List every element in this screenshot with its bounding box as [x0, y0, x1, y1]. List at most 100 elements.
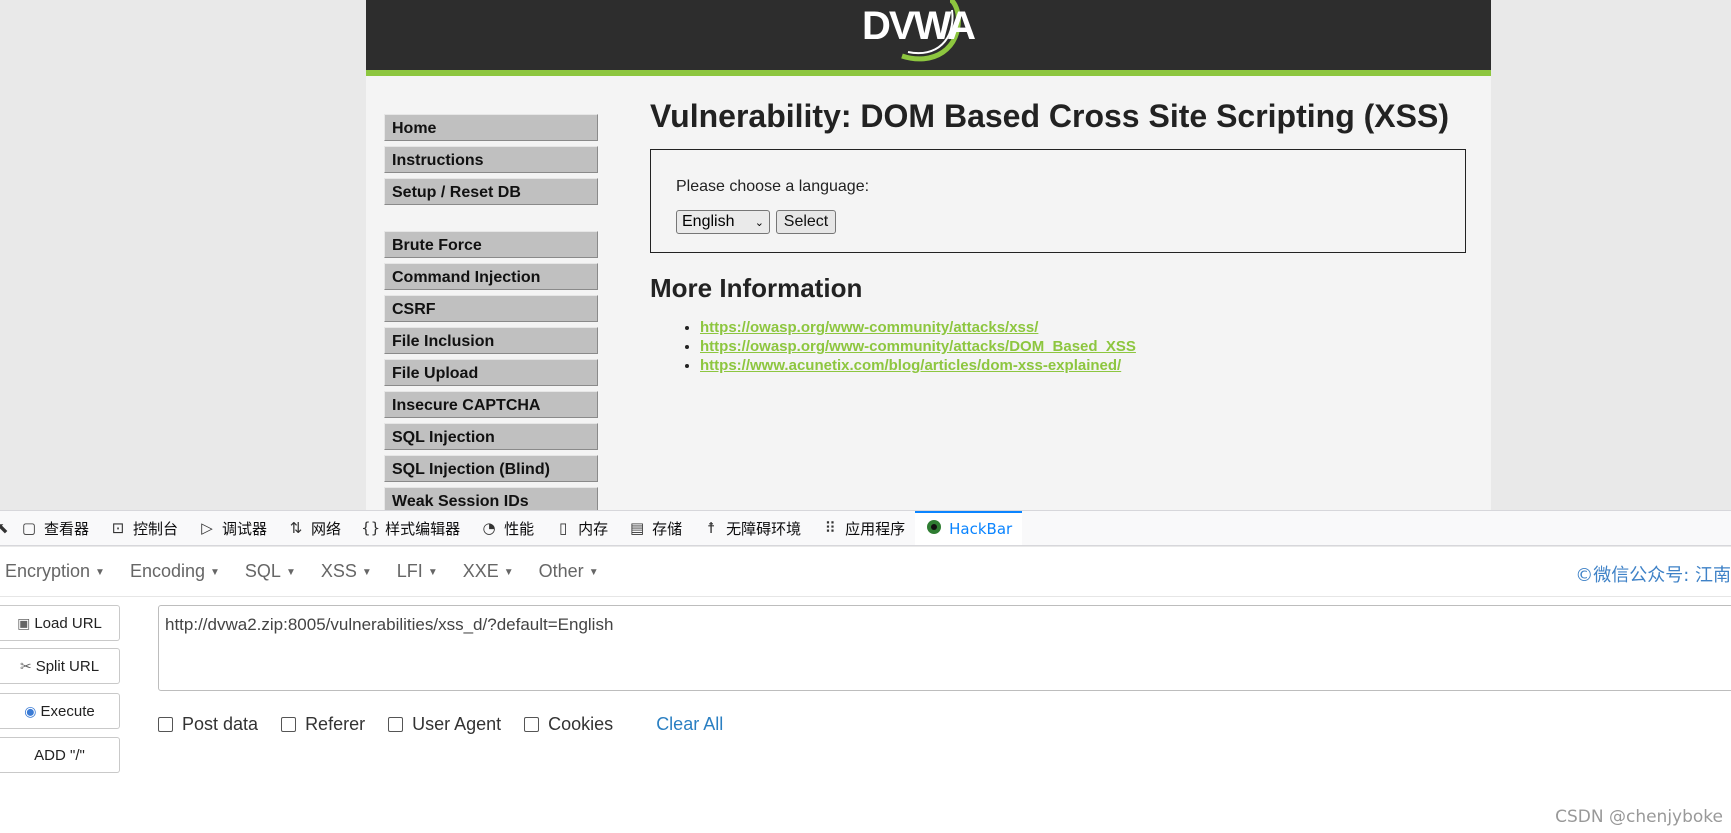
play-icon: ◉	[24, 702, 37, 719]
language-select[interactable]: English ⌄	[676, 210, 770, 234]
checkbox-label: Post data	[182, 714, 259, 734]
menu-item-file-inclusion[interactable]: File Inclusion	[384, 327, 598, 354]
execute-button[interactable]: ◉ Execute	[0, 693, 120, 729]
application-icon: ⠿	[824, 519, 836, 537]
tab-label: 应用程序	[845, 519, 906, 538]
accessibility-icon: ☨	[707, 519, 716, 537]
checkbox-box	[158, 717, 173, 732]
tab-console[interactable]: ⊡ 控制台	[99, 511, 188, 545]
tab-label: 调试器	[222, 519, 268, 538]
clear-all-link[interactable]: Clear All	[656, 714, 723, 735]
menu-item-sql-injection[interactable]: SQL Injection	[384, 423, 598, 450]
tab-label: 无障碍环境	[726, 519, 802, 538]
checkbox-box	[388, 717, 404, 732]
tab-inspector[interactable]: ▢ 查看器	[10, 511, 99, 545]
hackbar-panel: Encryption ▼ Encoding ▼ SQL ▼ XSS ▼ LFI ▼ XXE…	[0, 547, 1731, 833]
memory-icon: ▯	[558, 519, 568, 537]
menu-label: Encoding	[129, 561, 206, 581]
menu-encryption[interactable]: Encryption ▼	[5, 561, 105, 582]
tab-storage[interactable]: ▤ 存储	[618, 511, 692, 545]
post-data-checkbox[interactable]: Post data	[158, 714, 258, 735]
owasp-xss-link[interactable]: https://owasp.org/www-community/attacks/…	[700, 319, 1038, 336]
caret-down-icon: ▼	[285, 566, 296, 578]
dvwa-page: DVWA Home Instructions Setup / Reset DB …	[366, 0, 1491, 510]
menu-divider	[384, 210, 598, 231]
menu-item-brute-force[interactable]: Brute Force	[384, 231, 598, 258]
tab-label: 网络	[311, 519, 342, 538]
menu-xss[interactable]: XSS ▼	[321, 561, 372, 582]
menu-label: SQL	[244, 561, 281, 581]
tab-debugger[interactable]: ▷ 调试器	[188, 511, 277, 545]
debugger-icon: ▷	[201, 519, 213, 537]
list-item: https://owasp.org/www-community/attacks/…	[700, 318, 1470, 337]
logo-text: DVWA	[862, 4, 976, 48]
referer-checkbox[interactable]: Referer	[281, 714, 365, 735]
menu-label: Encryption	[5, 561, 91, 581]
devtools-tab-bar: ⬉ ▢ 查看器 ⊡ 控制台 ▷ 调试器 ⇅ 网络 {} 样式编辑器 ◔ 性能 ▯…	[0, 510, 1731, 546]
menu-item-file-upload[interactable]: File Upload	[384, 359, 598, 386]
hackbar-credit: ©微信公众号: 江南	[1575, 565, 1731, 586]
menu-item-weak-session-ids[interactable]: Weak Session IDs	[384, 487, 598, 510]
tab-performance[interactable]: ◔ 性能	[470, 511, 544, 545]
page-title: Vulnerability: DOM Based Cross Site Scri…	[650, 98, 1449, 134]
tab-memory[interactable]: ▯ 内存	[544, 511, 618, 545]
menu-item-home[interactable]: Home	[384, 114, 598, 141]
menu-encoding[interactable]: Encoding ▼	[130, 561, 220, 582]
load-url-button[interactable]: ▣ Load URL	[0, 605, 120, 641]
select-button[interactable]: Select	[776, 210, 836, 234]
tab-label: 查看器	[44, 519, 90, 538]
tab-network[interactable]: ⇅ 网络	[277, 511, 351, 545]
list-item: https://owasp.org/www-community/attacks/…	[700, 337, 1470, 356]
dvwa-logo[interactable]: DVWA	[862, 0, 976, 64]
menu-item-insecure-captcha[interactable]: Insecure CAPTCHA	[384, 391, 598, 418]
checkbox-box	[281, 717, 297, 732]
watermark: CSDN @chenjyboke	[1555, 807, 1723, 827]
menu-other[interactable]: Other ▼	[539, 561, 599, 582]
menu-item-sql-injection-blind[interactable]: SQL Injection (Blind)	[384, 455, 598, 482]
checkbox-label: Cookies	[548, 714, 614, 734]
user-agent-checkbox[interactable]: User Agent	[388, 714, 501, 735]
menu-sql[interactable]: SQL ▼	[245, 561, 296, 582]
add-slash-button[interactable]: ADD "/"	[0, 737, 120, 773]
url-input[interactable]: http://dvwa2.zip:8005/vulnerabilities/xs…	[158, 605, 1731, 691]
menu-label: XSS	[320, 561, 357, 581]
tab-label: 内存	[578, 519, 609, 538]
caret-down-icon: ▼	[503, 566, 514, 578]
inspector-icon: ▢	[21, 519, 37, 537]
checkbox-label: Referer	[305, 714, 366, 734]
vulnerable-code-area: Please choose a language: English ⌄ Sele…	[650, 149, 1466, 253]
hackbar-menu: Encryption ▼ Encoding ▼ SQL ▼ XSS ▼ LFI ▼ XXE…	[0, 547, 1731, 597]
tab-style-editor[interactable]: {} 样式编辑器	[351, 511, 470, 545]
tab-application[interactable]: ⠿ 应用程序	[811, 511, 915, 545]
tab-label: 样式编辑器	[385, 519, 461, 538]
menu-item-setup-reset-db[interactable]: Setup / Reset DB	[384, 178, 598, 205]
tab-label: 控制台	[133, 519, 179, 538]
menu-item-command-injection[interactable]: Command Injection	[384, 263, 598, 290]
split-url-button[interactable]: ✂ Split URL	[0, 648, 120, 684]
main-content: Vulnerability: DOM Based Cross Site Scri…	[650, 98, 1470, 375]
console-icon: ⊡	[111, 519, 125, 537]
more-info-list: https://owasp.org/www-community/attacks/…	[650, 318, 1470, 375]
tab-hackbar[interactable]: HackBar	[915, 511, 1023, 545]
menu-item-instructions[interactable]: Instructions	[384, 146, 598, 173]
owasp-dom-xss-link[interactable]: https://owasp.org/www-community/attacks/…	[700, 338, 1136, 355]
performance-icon: ◔	[482, 519, 496, 537]
language-form: English ⌄ Select	[676, 210, 1440, 234]
button-label: Execute	[40, 702, 95, 720]
list-item: https://www.acunetix.com/blog/articles/d…	[700, 356, 1470, 375]
more-info-title: More Information	[650, 273, 863, 303]
caret-down-icon: ▼	[210, 566, 220, 578]
checkbox-label: User Agent	[412, 714, 502, 734]
element-picker-icon[interactable]: ⬉	[0, 511, 10, 545]
cookies-checkbox[interactable]: Cookies	[524, 714, 613, 735]
storage-icon: ▤	[630, 519, 645, 537]
caret-down-icon: ▼	[361, 566, 372, 578]
style-editor-icon: {}	[361, 519, 381, 537]
menu-label: LFI	[396, 561, 423, 581]
menu-lfi[interactable]: LFI ▼	[397, 561, 438, 582]
acunetix-dom-xss-link[interactable]: https://www.acunetix.com/blog/articles/d…	[700, 357, 1121, 374]
menu-item-csrf[interactable]: CSRF	[384, 295, 598, 322]
dvwa-header: DVWA	[366, 0, 1491, 76]
tab-accessibility[interactable]: ☨ 无障碍环境	[692, 511, 811, 545]
menu-xxe[interactable]: XXE ▼	[463, 561, 514, 582]
